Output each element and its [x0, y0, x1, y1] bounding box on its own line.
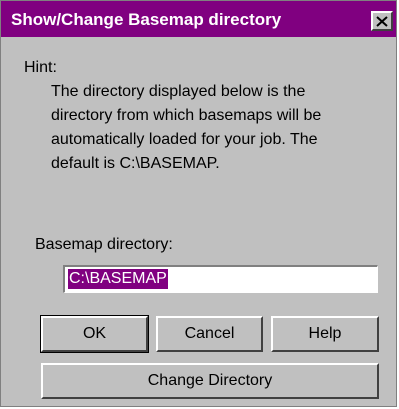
change-directory-button[interactable]: Change Directory: [41, 363, 379, 399]
change-directory-button-label: Change Directory: [147, 372, 273, 389]
hint-line-4: default is C:\BASEMAP.: [51, 155, 220, 172]
cancel-button-label: Cancel: [184, 325, 235, 342]
close-icon: [376, 15, 388, 27]
title-bar[interactable]: Show/Change Basemap directory: [1, 1, 396, 37]
hint-heading: Hint:: [24, 59, 57, 76]
basemap-directory-value: C:\BASEMAP: [68, 269, 168, 289]
hint-line-3: automatically loaded for your job. The: [51, 131, 318, 148]
basemap-directory-label: Basemap directory:: [35, 236, 173, 253]
help-button-label: Help: [308, 325, 342, 342]
ok-button[interactable]: OK: [40, 315, 149, 353]
hint-line-2: directory from which basemaps will be: [51, 107, 322, 124]
hint-line-1: The directory displayed below is the: [51, 83, 306, 100]
cancel-button[interactable]: Cancel: [156, 316, 263, 352]
close-button[interactable]: [371, 11, 393, 31]
help-button[interactable]: Help: [271, 316, 379, 352]
window-title: Show/Change Basemap directory: [11, 10, 282, 29]
basemap-dialog: Show/Change Basemap directory Hint: The …: [0, 0, 397, 407]
ok-button-label: OK: [82, 325, 107, 342]
basemap-directory-input[interactable]: C:\BASEMAP: [63, 265, 378, 293]
